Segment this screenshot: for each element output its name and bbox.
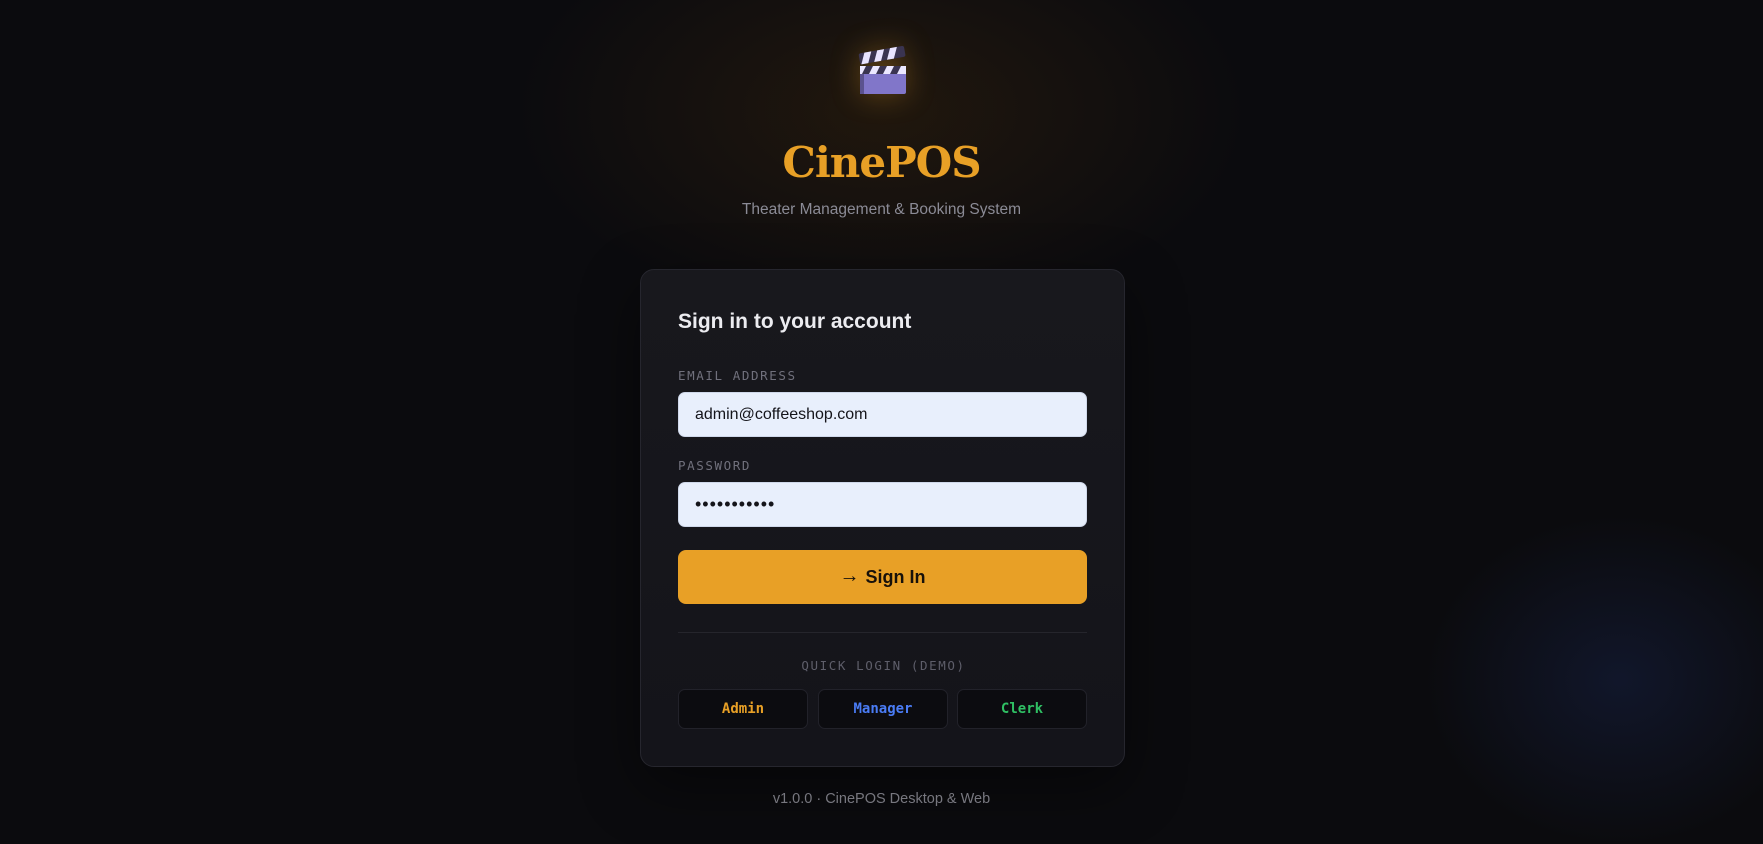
arrow-right-icon: → <box>839 565 860 587</box>
clapperboard-icon <box>851 40 913 102</box>
quick-login-manager-label: Manager <box>853 701 913 717</box>
sign-in-button[interactable]: → Sign In <box>678 550 1087 604</box>
login-card: Sign in to your account EMAIL ADDRESS PA… <box>640 269 1125 767</box>
quick-login-clerk-button[interactable]: Clerk <box>957 689 1087 729</box>
quick-login-label: QUICK LOGIN (DEMO) <box>801 658 966 673</box>
quick-login-manager-button[interactable]: Manager <box>818 689 948 729</box>
version-footer: v1.0.0 · CinePOS Desktop & Web <box>772 791 991 807</box>
quick-login-admin-button[interactable]: Admin <box>678 689 808 729</box>
app-title: CinePOS <box>782 138 981 187</box>
password-label: PASSWORD <box>678 458 752 473</box>
email-label: EMAIL ADDRESS <box>678 368 797 383</box>
email-field[interactable] <box>678 392 1087 437</box>
app-subtitle: Theater Management & Booking System <box>741 201 1022 218</box>
logo <box>0 40 1763 102</box>
sign-in-label: Sign In <box>865 566 926 587</box>
quick-login-clerk-label: Clerk <box>1000 701 1044 717</box>
password-field[interactable] <box>678 482 1087 527</box>
quick-login-admin-label: Admin <box>721 701 765 717</box>
divider <box>678 632 1087 633</box>
login-heading: Sign in to your account <box>678 310 912 333</box>
